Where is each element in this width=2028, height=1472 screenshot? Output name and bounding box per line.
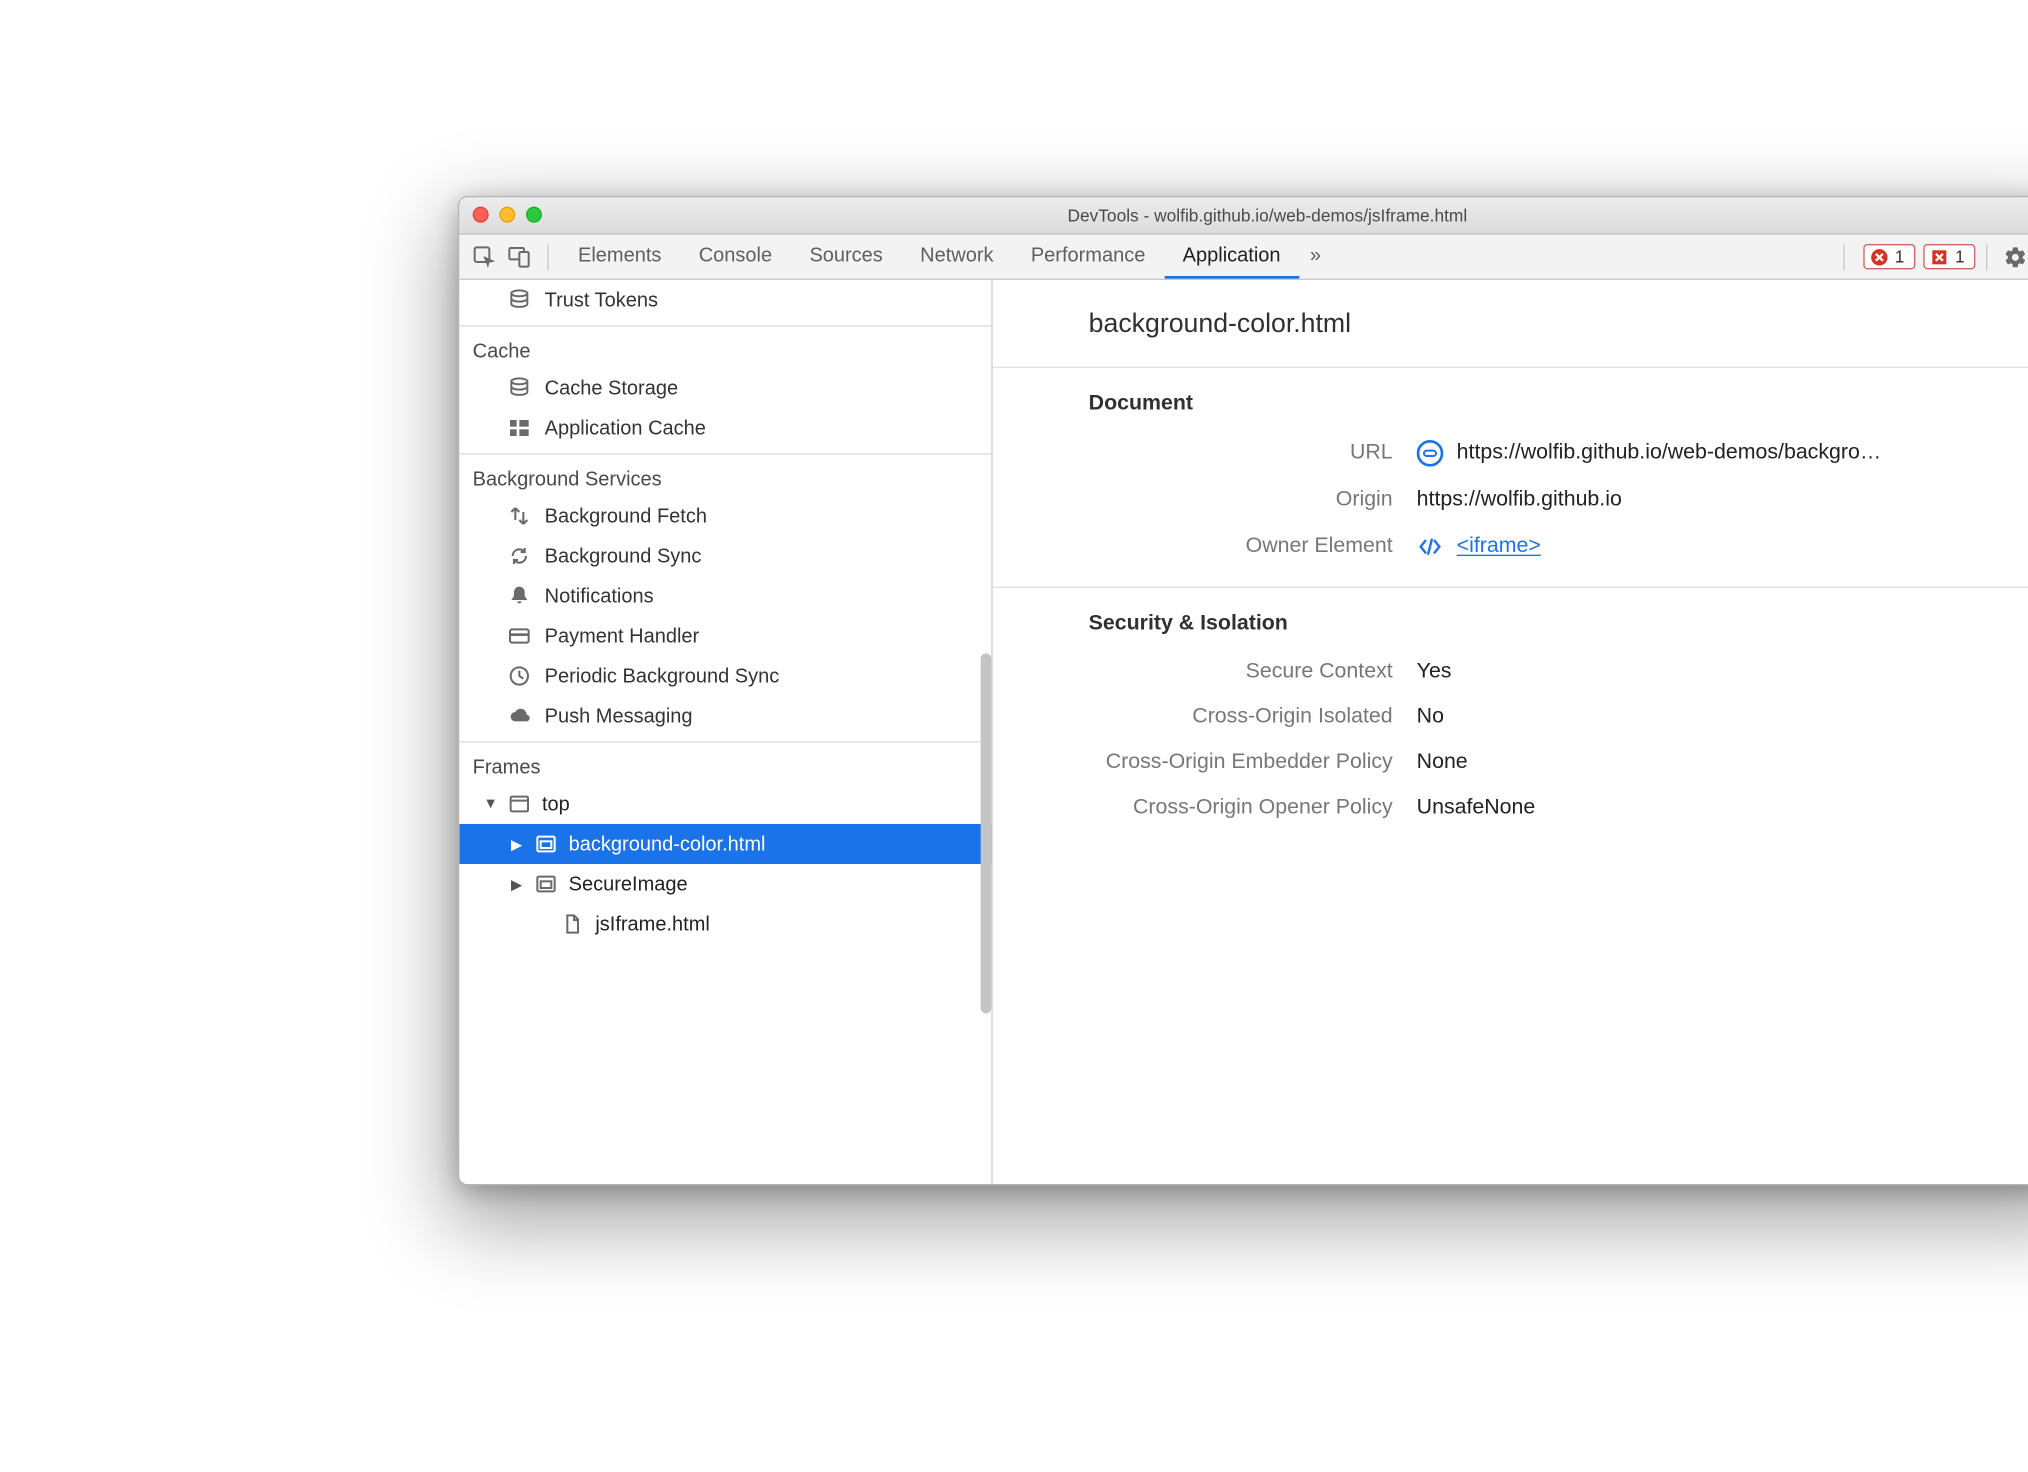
tree-label: SecureImage [569, 872, 688, 895]
sidebar-item-periodic-background-sync[interactable]: Periodic Background Sync [459, 656, 991, 696]
item-label: Push Messaging [545, 704, 693, 727]
devtools-tabs: Elements Console Sources Network Perform… [559, 234, 1331, 278]
section-heading: Document [993, 392, 2028, 429]
value-origin: https://wolfib.github.io [1417, 488, 1622, 512]
value-coop: UnsafeNone [1417, 796, 1536, 820]
database-icon [507, 288, 531, 312]
iframe-icon [534, 872, 558, 896]
group-frames-title: Frames [459, 742, 991, 783]
titlebar: DevTools - wolfib.github.io/web-demos/js… [459, 197, 2028, 234]
tree-label: background-color.html [569, 832, 766, 855]
item-label: Periodic Background Sync [545, 664, 780, 687]
zoom-icon[interactable] [526, 206, 542, 222]
label-coop: Cross-Origin Opener Policy [993, 796, 1393, 820]
label-coep: Cross-Origin Embedder Policy [993, 750, 1393, 774]
sync-icon [507, 544, 531, 568]
label-url: URL [993, 441, 1393, 465]
tree-row-jsiframe[interactable]: jsIframe.html [459, 904, 991, 944]
devtools-window: DevTools - wolfib.github.io/web-demos/js… [458, 196, 2028, 1185]
settings-icon[interactable] [1998, 239, 2028, 274]
value-url: https://wolfib.github.io/web-demos/backg… [1457, 441, 1882, 465]
tree-label: jsIframe.html [595, 912, 709, 935]
inspect-icon[interactable] [467, 239, 502, 274]
tab-console[interactable]: Console [680, 234, 791, 278]
item-label: Background Fetch [545, 504, 707, 527]
window-title: DevTools - wolfib.github.io/web-demos/js… [1067, 205, 1467, 225]
group-bg-services-title: Background Services [459, 454, 991, 495]
sidebar-item-payment-handler[interactable]: Payment Handler [459, 616, 991, 656]
tree-row-background-color[interactable]: ▶ background-color.html [459, 824, 991, 864]
transfer-icon [507, 504, 531, 528]
tabs-overflow-icon[interactable]: » [1299, 234, 1331, 278]
label-secure-context: Secure Context [993, 660, 1393, 684]
sidebar-item-background-fetch[interactable]: Background Fetch [459, 496, 991, 536]
label-origin: Origin [993, 488, 1393, 512]
devtools-toolbar: Elements Console Sources Network Perform… [459, 234, 2028, 279]
tab-performance[interactable]: Performance [1012, 234, 1164, 278]
application-sidebar: Trust Tokens Cache Cache Storage Applica… [459, 280, 992, 1184]
section-heading: Security & Isolation [993, 612, 2028, 649]
chevron-down-icon[interactable]: ▼ [483, 796, 496, 812]
value-cross-origin-isolated: No [1417, 705, 1444, 729]
label-cross-origin-isolated: Cross-Origin Isolated [993, 705, 1393, 729]
cloud-icon [507, 704, 531, 728]
value-coep: None [1417, 750, 1468, 774]
chevron-right-icon[interactable]: ▶ [510, 835, 523, 852]
sidebar-item-application-cache[interactable]: Application Cache [459, 408, 991, 448]
sidebar-item-push-messaging[interactable]: Push Messaging [459, 696, 991, 736]
tree-row-secureimage[interactable]: ▶ SecureImage [459, 864, 991, 904]
label-owner-element: Owner Element [993, 534, 1393, 558]
tab-sources[interactable]: Sources [791, 234, 902, 278]
credit-card-icon [507, 624, 531, 648]
chevron-right-icon[interactable]: ▶ [510, 875, 523, 892]
page-title: background-color.html [993, 280, 2028, 368]
tab-elements[interactable]: Elements [559, 234, 680, 278]
sidebar-item-cache-storage[interactable]: Cache Storage [459, 368, 991, 408]
frame-details-panel: background-color.html Document URL https… [993, 280, 2028, 1184]
tab-network[interactable]: Network [901, 234, 1012, 278]
issue-count: 1 [1955, 246, 1965, 266]
group-cache-title: Cache [459, 326, 991, 367]
value-secure-context: Yes [1417, 660, 1452, 684]
reveal-in-network-icon[interactable] [1417, 440, 1444, 467]
item-label: Payment Handler [545, 624, 700, 647]
device-toggle-icon[interactable] [502, 239, 537, 274]
item-label: Cache Storage [545, 376, 678, 399]
minimize-icon[interactable] [499, 206, 515, 222]
document-icon [561, 912, 585, 936]
link-owner-iframe[interactable]: <iframe> [1457, 534, 1541, 558]
tree-label: top [542, 792, 570, 815]
sidebar-item-trust-tokens[interactable]: Trust Tokens [459, 280, 991, 320]
section-security-isolation: Security & Isolation Secure Context Yes … [993, 588, 2028, 847]
database-icon [507, 376, 531, 400]
separator [1843, 243, 1844, 270]
item-label: Background Sync [545, 544, 702, 567]
window-icon [507, 792, 531, 816]
error-count: 1 [1895, 246, 1905, 266]
sidebar-item-notifications[interactable]: Notifications [459, 576, 991, 616]
section-document: Document URL https://wolfib.github.io/we… [993, 368, 2028, 588]
item-label: Notifications [545, 584, 654, 607]
scrollbar[interactable] [981, 653, 992, 1013]
tree-row-top[interactable]: ▼ top [459, 784, 991, 824]
item-label: Trust Tokens [545, 288, 658, 311]
error-badge[interactable]: 1 [1863, 244, 1915, 269]
grid-icon [507, 416, 531, 440]
separator [547, 243, 548, 270]
close-icon[interactable] [473, 206, 489, 222]
sidebar-item-background-sync[interactable]: Background Sync [459, 536, 991, 576]
clock-icon [507, 664, 531, 688]
bell-icon [507, 584, 531, 608]
issue-badge[interactable]: 1 [1923, 244, 1975, 269]
reveal-in-elements-icon[interactable] [1417, 533, 1444, 560]
item-label: Application Cache [545, 416, 706, 439]
traffic-lights [473, 206, 542, 222]
iframe-icon [534, 832, 558, 856]
tab-application[interactable]: Application [1164, 234, 1299, 278]
separator [1986, 243, 1987, 270]
